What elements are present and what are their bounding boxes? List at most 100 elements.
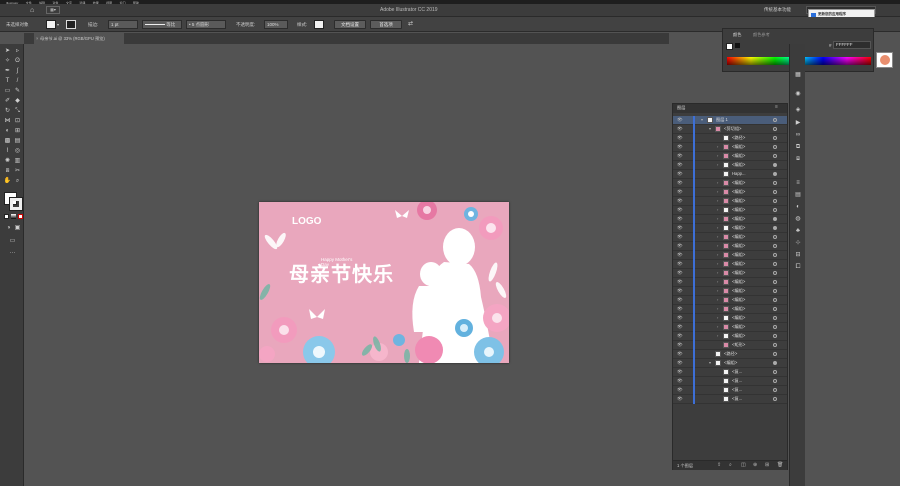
target-circle-icon[interactable]	[773, 235, 777, 239]
lasso-tool-icon[interactable]: ʘ	[13, 57, 22, 65]
layer-name[interactable]: <编组>	[732, 323, 745, 331]
artboard-tool-icon[interactable]: ⧈	[3, 167, 12, 175]
stroke-color-icon[interactable]	[9, 197, 23, 211]
expand-arrow-icon[interactable]: ›	[717, 152, 718, 160]
layer-row[interactable]: 👁 Happ...	[673, 170, 787, 179]
layer-name[interactable]: <复...	[732, 368, 742, 376]
expand-arrow-icon[interactable]: ›	[717, 215, 718, 223]
magic-wand-tool-icon[interactable]: ✧	[3, 57, 12, 65]
target-circle-icon[interactable]	[773, 172, 777, 176]
target-circle-icon[interactable]	[773, 136, 777, 140]
target-circle-icon[interactable]	[773, 181, 777, 185]
layer-row[interactable]: 👁 › <编组>	[673, 278, 787, 287]
layer-row[interactable]: 👁 › <编组>	[673, 260, 787, 269]
layer-row[interactable]: 👁 › <编组>	[673, 233, 787, 242]
target-circle-icon[interactable]	[773, 271, 777, 275]
graphic-style-swatch[interactable]	[314, 20, 324, 29]
stroke-proxy-icon[interactable]	[735, 43, 740, 48]
target-circle-icon[interactable]	[773, 298, 777, 302]
new-sublayer-icon[interactable]: ⊕	[753, 462, 757, 468]
type-tool-icon[interactable]: T	[3, 77, 12, 85]
layer-row[interactable]: 👁 › <编组>	[673, 296, 787, 305]
expand-arrow-icon[interactable]: ›	[717, 323, 718, 331]
layer-name[interactable]: <剪切组>	[724, 125, 741, 133]
target-circle-icon[interactable]	[773, 208, 777, 212]
arrange-icon[interactable]: ⇄	[408, 20, 413, 29]
symbol-sprayer-tool-icon[interactable]: ✺	[3, 157, 12, 165]
target-circle-icon[interactable]	[773, 244, 777, 248]
expand-arrow-icon[interactable]: ›	[717, 224, 718, 232]
layer-name[interactable]: <编组>	[732, 233, 745, 241]
visibility-eye-icon[interactable]: 👁	[677, 125, 683, 133]
target-circle-icon[interactable]	[773, 388, 777, 392]
layer-row[interactable]: 👁 <路径>	[673, 134, 787, 143]
expand-arrow-icon[interactable]: ›	[717, 332, 718, 340]
expand-arrow-icon[interactable]: ›	[717, 161, 718, 169]
layer-row[interactable]: 👁 › <编组>	[673, 332, 787, 341]
target-circle-icon[interactable]	[773, 163, 777, 167]
visibility-eye-icon[interactable]: 👁	[677, 350, 683, 358]
visibility-eye-icon[interactable]: 👁	[677, 377, 683, 385]
target-circle-icon[interactable]	[773, 217, 777, 221]
layer-row[interactable]: 👁 › <编组>	[673, 314, 787, 323]
visibility-eye-icon[interactable]: 👁	[677, 251, 683, 259]
transform-icon[interactable]: ⊹	[794, 240, 802, 247]
layer-name[interactable]: <编组>	[732, 224, 745, 232]
expand-arrow-icon[interactable]: ›	[717, 233, 718, 241]
appearance-icon[interactable]: ◍	[794, 216, 802, 223]
layer-row[interactable]: 👁 <复...	[673, 395, 787, 404]
layers-icon[interactable]: ◈	[794, 107, 802, 114]
pen-tool-icon[interactable]: ✒	[3, 67, 12, 75]
visibility-eye-icon[interactable]: 👁	[677, 206, 683, 214]
expand-arrow-icon[interactable]: ▾	[701, 116, 703, 124]
locate-object-icon[interactable]: ⌕	[729, 462, 732, 468]
eraser-tool-icon[interactable]: ◆	[13, 97, 22, 105]
expand-arrow-icon[interactable]: ›	[717, 179, 718, 187]
visibility-eye-icon[interactable]: 👁	[677, 305, 683, 313]
target-circle-icon[interactable]	[773, 397, 777, 401]
libraries-icon[interactable]: ◉	[794, 91, 802, 98]
home-icon[interactable]: ⌂	[30, 7, 34, 14]
target-circle-icon[interactable]	[773, 145, 777, 149]
layer-name[interactable]: 图层 1	[716, 116, 728, 124]
target-circle-icon[interactable]	[773, 199, 777, 203]
brush-definition[interactable]: • 5 点圆形	[186, 20, 226, 29]
eyedropper-tool-icon[interactable]: ⌇	[3, 147, 12, 155]
slice-tool-icon[interactable]: ✂	[13, 167, 22, 175]
visibility-eye-icon[interactable]: 👁	[677, 197, 683, 205]
layer-row[interactable]: 👁 › <编组>	[673, 206, 787, 215]
layer-name[interactable]: <复...	[732, 377, 742, 385]
scale-tool-icon[interactable]: ⤡	[13, 107, 22, 115]
fill-swatch[interactable]	[46, 20, 56, 29]
symbols-icon[interactable]: ♣	[794, 228, 802, 235]
layer-row[interactable]: 👁 › <编组>	[673, 323, 787, 332]
stroke-panel-icon[interactable]: ≡	[794, 180, 802, 187]
collect-export-icon[interactable]: ⇪	[717, 462, 721, 468]
pathfinder-icon[interactable]: ⧠	[794, 264, 802, 271]
visibility-eye-icon[interactable]: 👁	[677, 215, 683, 223]
layer-name[interactable]: <复...	[732, 386, 742, 394]
artboards-icon[interactable]: ⧉	[794, 144, 802, 151]
expand-arrow-icon[interactable]: ▾	[709, 125, 711, 133]
visibility-eye-icon[interactable]: 👁	[677, 116, 683, 124]
delete-layer-icon[interactable]: 🗑	[777, 462, 783, 468]
layer-row[interactable]: 👁 <矩形>	[673, 341, 787, 350]
layer-name[interactable]: <编组>	[732, 206, 745, 214]
expand-arrow-icon[interactable]: ›	[717, 278, 718, 286]
visibility-eye-icon[interactable]: 👁	[677, 242, 683, 250]
artboard[interactable]: LOGO Happy Mother's Day 母亲节快乐	[259, 202, 509, 363]
target-circle-icon[interactable]	[773, 262, 777, 266]
document-setup-button[interactable]: 文档设置	[334, 20, 366, 29]
target-circle-icon[interactable]	[773, 370, 777, 374]
align-icon[interactable]: ⊟	[794, 252, 802, 259]
arrange-documents-icon[interactable]: ▦▾	[46, 6, 60, 14]
mesh-tool-icon[interactable]: ▩	[3, 137, 12, 145]
expand-arrow-icon[interactable]: ›	[717, 287, 718, 295]
document-tab[interactable]: × 母亲节.ai @ 33% (RGB/GPU 预览)	[34, 33, 124, 44]
layer-row[interactable]: 👁 › <编组>	[673, 197, 787, 206]
layer-row[interactable]: 👁 › <编组>	[673, 161, 787, 170]
panel-menu-icon[interactable]: ≡	[775, 104, 778, 110]
layer-row[interactable]: 👁 › <编组>	[673, 287, 787, 296]
expand-arrow-icon[interactable]: ›	[717, 305, 718, 313]
visibility-eye-icon[interactable]: 👁	[677, 260, 683, 268]
